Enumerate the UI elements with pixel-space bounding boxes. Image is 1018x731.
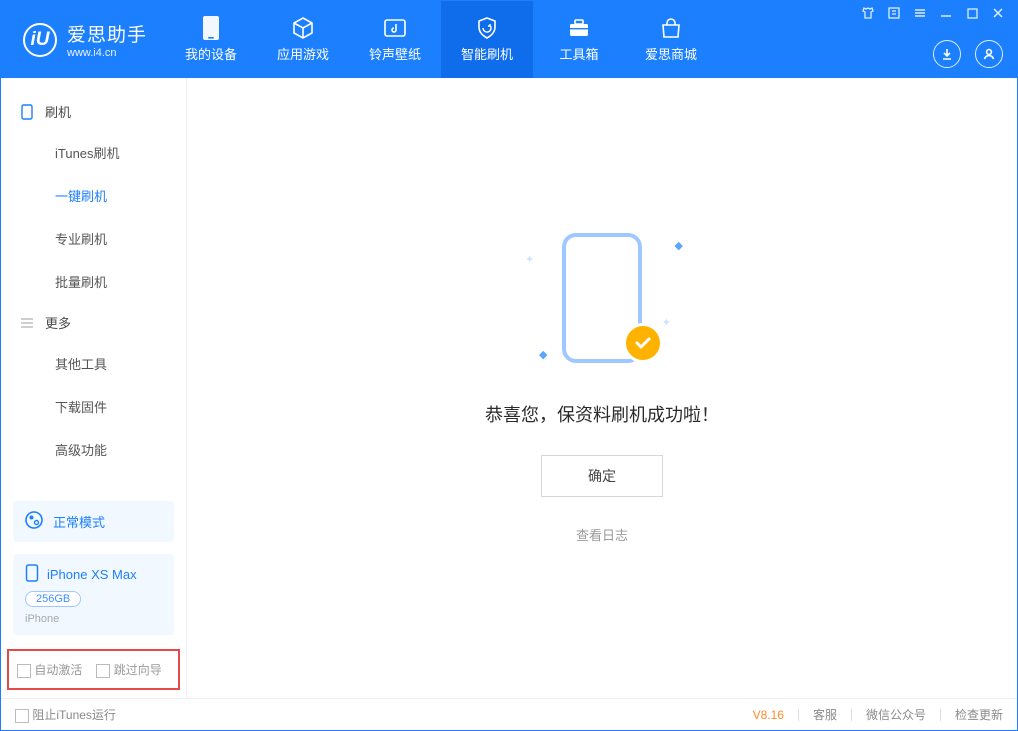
sparkle-icon: ✦ — [525, 253, 534, 266]
success-illustration: ✦ ◆ ◆ ✦ — [547, 233, 657, 373]
music-folder-icon — [383, 16, 407, 40]
sidebar-item-download-fw[interactable]: 下载固件 — [1, 385, 186, 428]
nav-tabs: 我的设备 应用游戏 铃声壁纸 智能刷机 工具箱 爱思商城 — [165, 1, 717, 78]
tab-store[interactable]: 爱思商城 — [625, 1, 717, 78]
close-icon[interactable] — [985, 1, 1011, 25]
phone-icon — [19, 104, 35, 120]
wechat-link[interactable]: 微信公众号 — [866, 706, 926, 723]
tab-my-device[interactable]: 我的设备 — [165, 1, 257, 78]
window-controls — [855, 1, 1011, 25]
mode-label: 正常模式 — [53, 512, 105, 531]
sidebar-item-pro-flash[interactable]: 专业刷机 — [1, 217, 186, 260]
list-icon — [19, 315, 35, 331]
tab-flash[interactable]: 智能刷机 — [441, 1, 533, 78]
sidebar-item-itunes-flash[interactable]: iTunes刷机 — [1, 131, 186, 174]
sidebar-section-more: 更多 — [1, 303, 186, 342]
main-content: ✦ ◆ ◆ ✦ 恭喜您，保资料刷机成功啦！ 确定 查看日志 — [187, 78, 1017, 698]
shield-refresh-icon — [475, 16, 499, 40]
status-bar: 阻止iTunes运行 V8.16 客服 微信公众号 检查更新 — [1, 698, 1017, 730]
app-logo: iU 爱思助手 www.i4.cn — [1, 20, 165, 59]
tab-apps[interactable]: 应用游戏 — [257, 1, 349, 78]
sparkle-icon: ✦ — [662, 316, 671, 329]
options-row: 自动激活 跳过向导 — [7, 649, 180, 690]
check-update-link[interactable]: 检查更新 — [955, 706, 1003, 723]
minimize-icon[interactable] — [933, 1, 959, 25]
maximize-icon[interactable] — [959, 1, 985, 25]
note-icon[interactable] — [881, 1, 907, 25]
sidebar-section-flash: 刷机 — [1, 92, 186, 131]
logo-icon: iU — [23, 23, 57, 57]
check-badge-icon — [623, 323, 663, 363]
view-log-link[interactable]: 查看日志 — [576, 525, 628, 544]
device-name: iPhone XS Max — [47, 567, 137, 582]
opt-skip-guide[interactable]: 跳过向导 — [96, 661, 161, 678]
opt-auto-activate[interactable]: 自动激活 — [17, 661, 82, 678]
shirt-icon[interactable] — [855, 1, 881, 25]
ok-button[interactable]: 确定 — [541, 455, 663, 497]
sidebar-item-oneclick-flash[interactable]: 一键刷机 — [1, 174, 186, 217]
mode-icon — [25, 511, 43, 532]
app-url: www.i4.cn — [67, 47, 147, 59]
customer-service-link[interactable]: 客服 — [813, 706, 837, 723]
device-type: iPhone — [25, 613, 59, 625]
block-itunes-checkbox[interactable]: 阻止iTunes运行 — [15, 706, 116, 723]
menu-icon[interactable] — [907, 1, 933, 25]
tab-toolbox[interactable]: 工具箱 — [533, 1, 625, 78]
toolbox-icon — [567, 16, 591, 40]
account-button[interactable] — [975, 40, 1003, 68]
sparkle-icon: ◆ — [675, 239, 683, 252]
store-icon — [659, 16, 683, 40]
app-name: 爱思助手 — [67, 20, 147, 47]
mode-card[interactable]: 正常模式 — [13, 501, 174, 542]
device-icon — [199, 16, 223, 40]
tab-ringtone[interactable]: 铃声壁纸 — [349, 1, 441, 78]
sparkle-icon: ◆ — [539, 348, 547, 361]
app-header: iU 爱思助手 www.i4.cn 我的设备 应用游戏 铃声壁纸 智能刷机 工具… — [1, 1, 1017, 78]
version-label: V8.16 — [753, 708, 784, 722]
sidebar-item-batch-flash[interactable]: 批量刷机 — [1, 260, 186, 303]
sidebar-item-other-tools[interactable]: 其他工具 — [1, 342, 186, 385]
device-icon — [25, 564, 39, 585]
success-message: 恭喜您，保资料刷机成功啦！ — [485, 401, 719, 427]
download-button[interactable] — [933, 40, 961, 68]
cube-icon — [291, 16, 315, 40]
sidebar: 刷机 iTunes刷机 一键刷机 专业刷机 批量刷机 更多 其他工具 下载固件 … — [1, 78, 187, 698]
device-card[interactable]: iPhone XS Max 256GB iPhone — [13, 554, 174, 635]
sidebar-item-advanced[interactable]: 高级功能 — [1, 428, 186, 471]
header-right — [933, 40, 1003, 68]
device-capacity: 256GB — [25, 591, 81, 607]
